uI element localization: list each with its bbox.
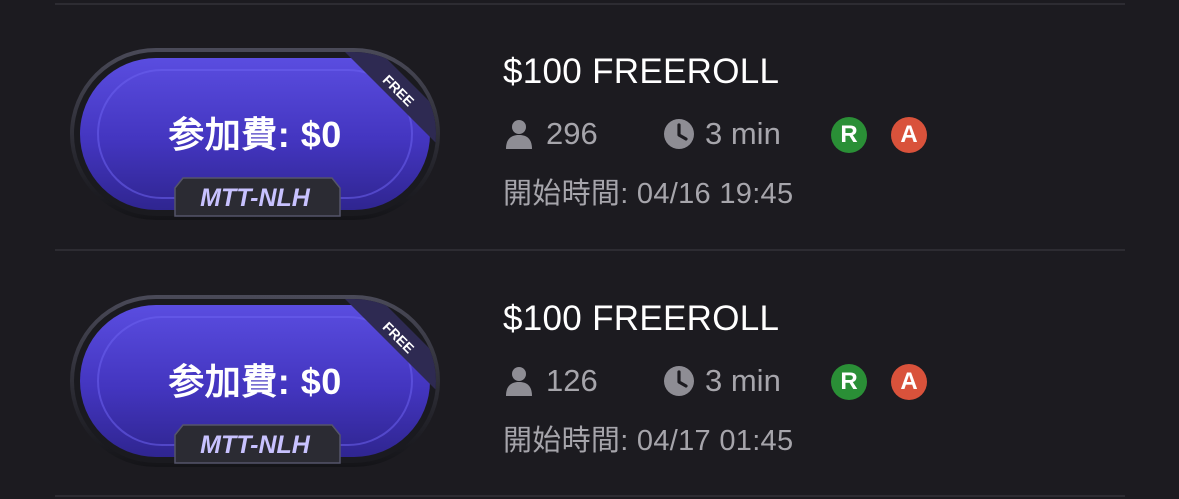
person-icon [503,118,535,150]
free-ribbon-label: FREE [380,319,418,357]
poker-table-badge: FREE 参加費: $0 MTT-NLH [70,295,440,467]
free-ribbon-label: FREE [380,72,418,110]
tournament-meta: 126 3 min R A [503,359,1023,403]
buy-in-fee: 参加費: $0 [168,361,342,402]
player-count-value: 126 [546,363,598,398]
addon-badge: A [891,364,927,400]
buy-in-fee: 参加費: $0 [168,114,342,155]
rebuy-badge: R [831,364,867,400]
level-time: 3 min [663,112,781,156]
addon-badge: A [891,117,927,153]
start-time: 開始時間: 04/16 19:45 [503,178,794,210]
player-count: 296 [503,112,598,156]
game-type-label: MTT-NLH [200,184,310,212]
player-count: 126 [503,359,598,403]
tournament-row[interactable]: FREE 参加費: $0 MTT-NLH $100 FREEROLL 296 3… [0,0,1179,245]
level-time-value: 3 min [705,363,781,398]
tournament-title: $100 FREEROLL [503,299,780,338]
player-count-value: 296 [546,116,598,151]
bottom-divider [55,495,1125,497]
person-icon [503,365,535,397]
clock-icon [663,118,695,150]
tournament-row[interactable]: FREE 参加費: $0 MTT-NLH $100 FREEROLL 126 3… [0,247,1179,492]
tournament-meta: 296 3 min R A [503,112,1023,156]
tournament-title: $100 FREEROLL [503,52,780,91]
poker-table-badge: FREE 参加費: $0 MTT-NLH [70,48,440,220]
level-time-value: 3 min [705,116,781,151]
clock-icon [663,365,695,397]
start-time: 開始時間: 04/17 01:45 [503,425,794,457]
rebuy-badge: R [831,117,867,153]
level-time: 3 min [663,359,781,403]
game-type-label: MTT-NLH [200,431,310,459]
